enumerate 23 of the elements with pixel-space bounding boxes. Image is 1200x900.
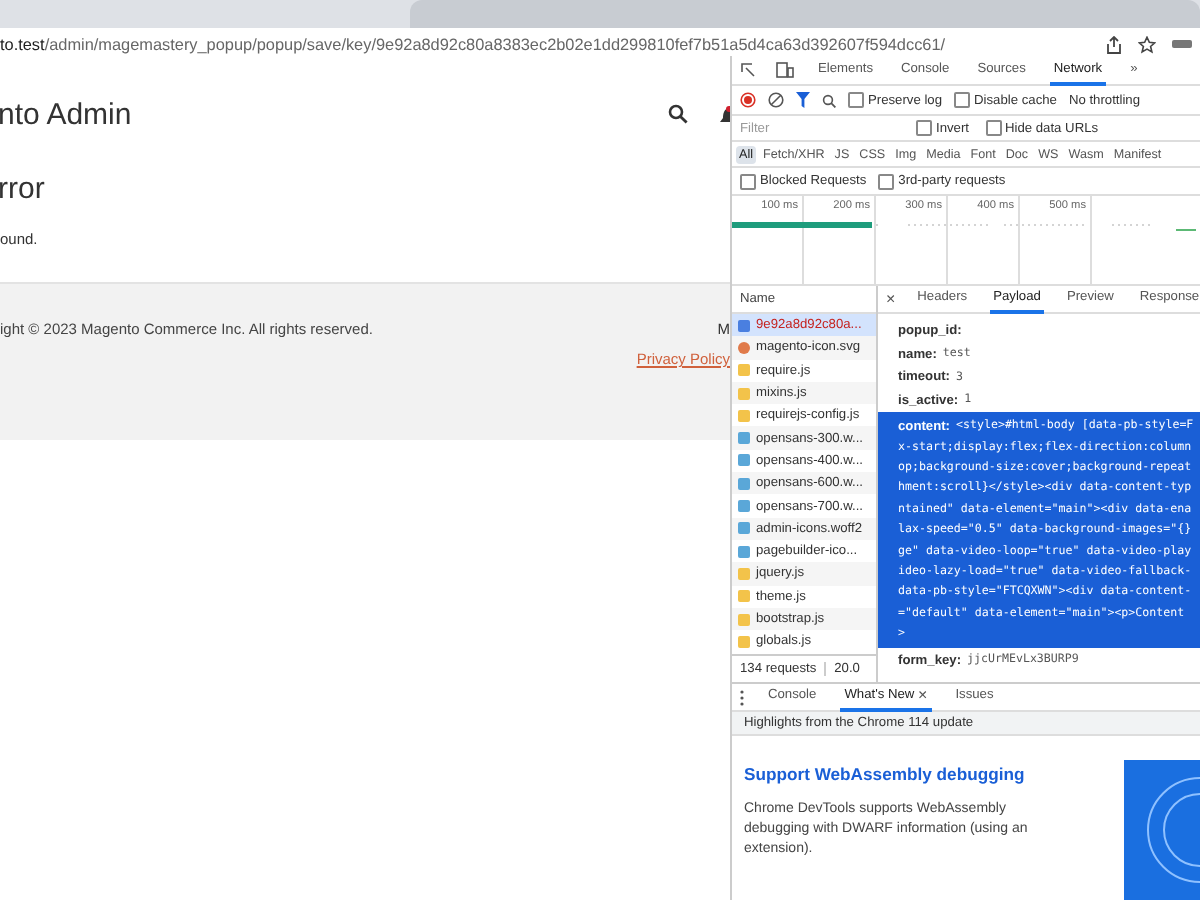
address-bar-url[interactable]: to.test/admin/magemastery_popup/popup/save/key/9e92a8d92c80a8383ec2b02e1dd299810fef7b51a5d4ca63d392607f594dcc61/	[0, 35, 1106, 53]
clear-icon[interactable]	[768, 92, 784, 108]
search-icon[interactable]	[668, 104, 688, 124]
close-icon[interactable]: ×	[918, 686, 928, 704]
admin-title: nto Admin	[0, 97, 134, 131]
feature-title[interactable]: Support WebAssembly debugging	[744, 764, 1124, 784]
record-icon[interactable]	[740, 92, 756, 108]
checkbox-box[interactable]	[985, 120, 1001, 136]
bell-icon[interactable]	[720, 105, 730, 123]
share-icon[interactable]	[1106, 35, 1122, 53]
checkbox-box[interactable]	[848, 92, 864, 108]
checkbox-box[interactable]	[954, 92, 971, 108]
star-icon[interactable]	[1138, 35, 1156, 53]
checkbox-box[interactable]	[740, 173, 756, 189]
device-toolbar-icon[interactable]	[776, 62, 794, 78]
inspect-icon[interactable]	[740, 62, 756, 78]
checkbox-box[interactable]	[878, 173, 895, 189]
search-icon[interactable]	[822, 93, 836, 107]
filter-icon[interactable]	[796, 92, 810, 108]
close-icon[interactable]: ×	[886, 290, 896, 308]
checkbox-box[interactable]	[916, 120, 932, 136]
extension-icon[interactable]	[1172, 38, 1192, 50]
error-heading: rror	[0, 172, 47, 206]
